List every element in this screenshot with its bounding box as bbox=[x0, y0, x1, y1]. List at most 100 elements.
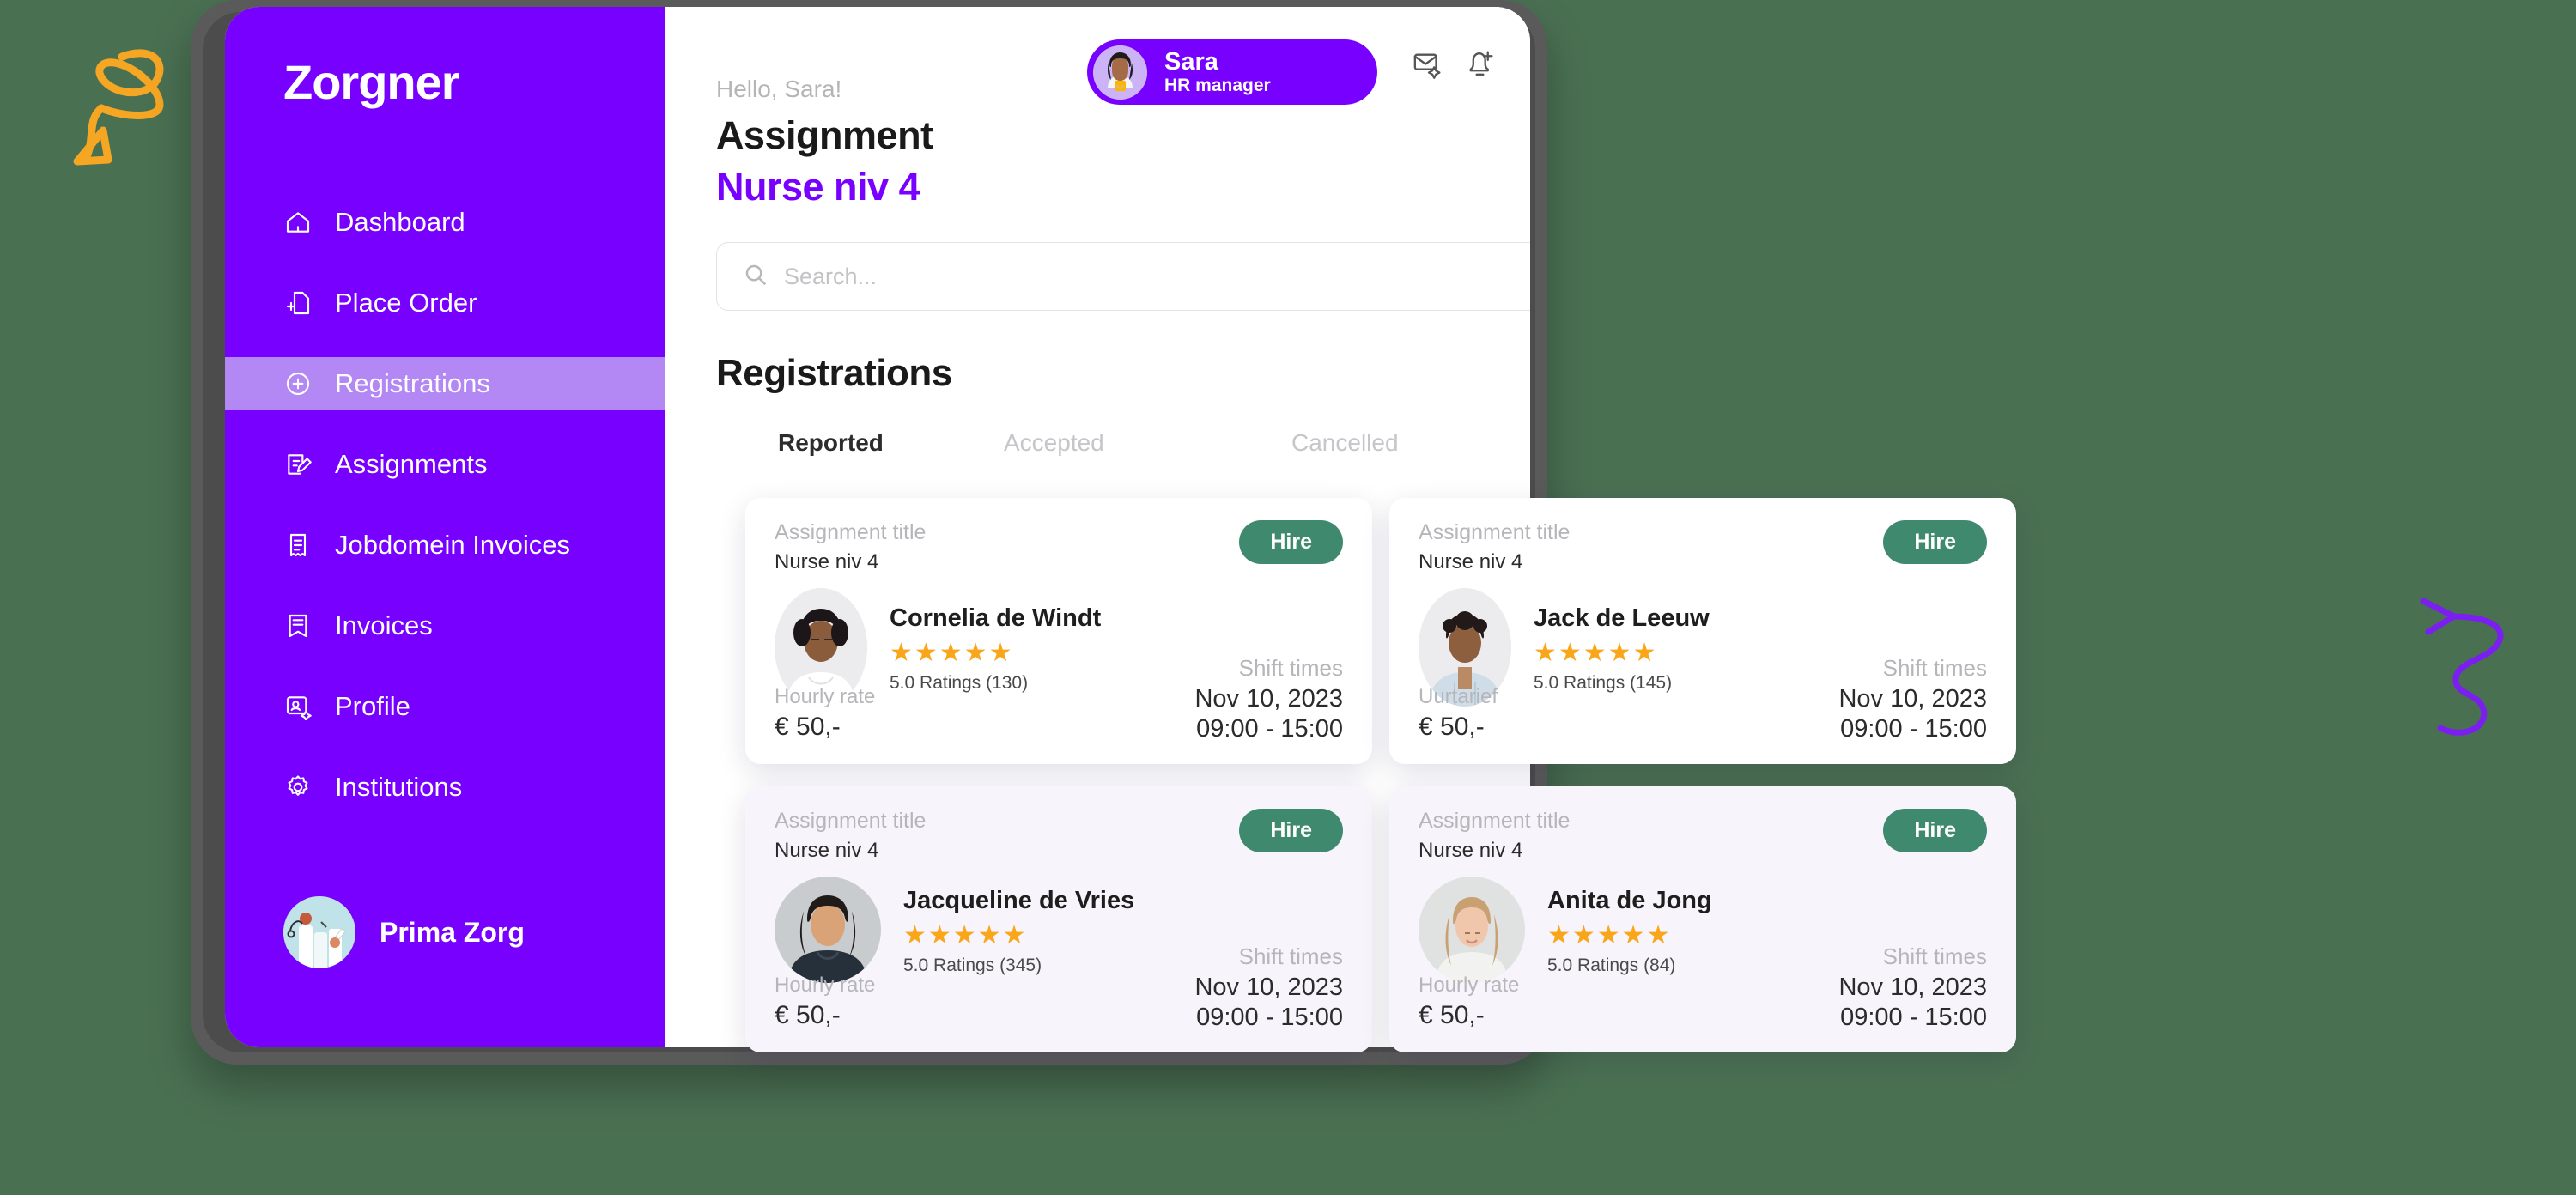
sidebar-item-dashboard[interactable]: Dashboard bbox=[225, 196, 665, 249]
tab-cancelled[interactable]: Cancelled bbox=[1291, 429, 1530, 457]
plus-circle-icon bbox=[283, 369, 313, 398]
card-top-row: Assignment title Nurse niv 4 Hire bbox=[1419, 809, 1987, 863]
user-profile-chip[interactable]: Sara HR manager bbox=[1087, 39, 1377, 105]
sidebar-item-label: Institutions bbox=[335, 772, 463, 802]
receipt-icon bbox=[283, 531, 313, 560]
person-photo bbox=[775, 877, 881, 983]
shift-date: Nov 10, 2023 bbox=[1194, 685, 1343, 713]
search-input[interactable] bbox=[784, 263, 1530, 290]
person-name: Jack de Leeuw bbox=[1534, 604, 1710, 632]
hourly-rate-block: Hourly rate € 50,- bbox=[1419, 974, 1519, 1030]
sidebar-item-label: Dashboard bbox=[335, 207, 465, 237]
gear-icon bbox=[283, 773, 313, 802]
sidebar: Zorgner Dashboard Place Order Registrati… bbox=[225, 7, 665, 1047]
hourly-rate-label: Uurtarief bbox=[1419, 685, 1498, 708]
sidebar-item-label: Place Order bbox=[335, 288, 477, 318]
page-title: Assignment bbox=[716, 113, 933, 157]
sidebar-item-registrations[interactable]: Registrations bbox=[225, 357, 665, 410]
sidebar-item-invoices[interactable]: Invoices bbox=[225, 599, 665, 652]
hourly-rate-block: Hourly rate € 50,- bbox=[775, 974, 875, 1030]
hourly-rate-value: € 50,- bbox=[1419, 713, 1485, 741]
invoice-icon bbox=[283, 611, 313, 640]
organization-block[interactable]: Prima Zorg bbox=[283, 896, 525, 968]
shift-times-block: Shift times Nov 10, 2023 09:00 - 15:00 bbox=[1194, 943, 1343, 1032]
hire-button[interactable]: Hire bbox=[1239, 809, 1343, 852]
ratings-count: 5.0 Ratings (84) bbox=[1547, 955, 1676, 975]
table-row[interactable]: Assignment title Nurse niv 4 Hire bbox=[745, 498, 1372, 764]
shift-time: 09:00 - 15:00 bbox=[1840, 1004, 1987, 1031]
profile-icon bbox=[283, 692, 313, 721]
mail-sparkle-icon[interactable] bbox=[1412, 48, 1443, 80]
person-name: Anita de Jong bbox=[1547, 887, 1712, 914]
table-row[interactable]: Assignment title Nurse niv 4 Hire bbox=[1389, 786, 2016, 1052]
shift-date: Nov 10, 2023 bbox=[1838, 685, 1987, 713]
page-subtitle: Nurse niv 4 bbox=[716, 165, 920, 209]
star-rating-icon: ★★★★★ bbox=[903, 921, 1028, 949]
user-text: Sara HR manager bbox=[1164, 48, 1271, 96]
home-icon bbox=[283, 208, 313, 237]
star-rating-icon: ★★★★★ bbox=[1534, 639, 1658, 667]
sidebar-item-label: Invoices bbox=[335, 610, 433, 640]
table-row[interactable]: Assignment title Nurse niv 4 Hire bbox=[745, 786, 1372, 1052]
header-icon-group bbox=[1412, 48, 1496, 80]
tab-bar: Reported Accepted Cancelled Turned down bbox=[716, 429, 1530, 457]
sidebar-item-label: Profile bbox=[335, 691, 410, 721]
shift-times-label: Shift times bbox=[1238, 943, 1343, 969]
sidebar-item-label: Assignments bbox=[335, 449, 488, 479]
hourly-rate-label: Hourly rate bbox=[1419, 974, 1520, 997]
hire-button[interactable]: Hire bbox=[1883, 520, 1987, 564]
tab-reported[interactable]: Reported bbox=[716, 429, 1004, 457]
assignment-title-label: Assignment title bbox=[1419, 809, 1571, 833]
bell-plus-icon[interactable] bbox=[1464, 48, 1496, 80]
edit-note-icon bbox=[283, 450, 313, 479]
shift-times-block: Shift times Nov 10, 2023 09:00 - 15:00 bbox=[1194, 655, 1343, 743]
shift-date: Nov 10, 2023 bbox=[1838, 974, 1987, 1001]
organization-avatar bbox=[283, 896, 355, 968]
table-row[interactable]: Assignment title Nurse niv 4 Hire bbox=[1389, 498, 2016, 764]
hourly-rate-label: Hourly rate bbox=[775, 685, 876, 708]
ratings-count: 5.0 Ratings (145) bbox=[1534, 673, 1673, 693]
card-top-row: Assignment title Nurse niv 4 Hire bbox=[1419, 520, 1987, 574]
file-plus-icon bbox=[283, 288, 313, 318]
registration-card-grid: Assignment title Nurse niv 4 Hire Cornel… bbox=[745, 498, 2016, 1052]
sidebar-item-institutions[interactable]: Institutions bbox=[225, 761, 665, 814]
sidebar-nav: Dashboard Place Order Registrations Assi… bbox=[225, 196, 665, 814]
assignment-title-value: Nurse niv 4 bbox=[775, 550, 879, 573]
sidebar-item-label: Registrations bbox=[335, 368, 490, 398]
shift-times-block: Shift times Nov 10, 2023 09:00 - 15:00 bbox=[1838, 943, 1987, 1032]
shift-time: 09:00 - 15:00 bbox=[1196, 715, 1343, 743]
ratings-count: 5.0 Ratings (345) bbox=[903, 955, 1042, 975]
sidebar-item-place-order[interactable]: Place Order bbox=[225, 276, 665, 330]
tab-accepted[interactable]: Accepted bbox=[1004, 429, 1291, 457]
assignment-title-label: Assignment title bbox=[775, 520, 927, 544]
assignment-title-label: Assignment title bbox=[1419, 520, 1571, 544]
search-bar[interactable] bbox=[716, 242, 1530, 311]
hire-button[interactable]: Hire bbox=[1883, 809, 1987, 852]
organization-name: Prima Zorg bbox=[380, 916, 525, 948]
brand-logo: Zorgner bbox=[283, 55, 460, 109]
assignment-title-value: Nurse niv 4 bbox=[1419, 550, 1523, 573]
user-role: HR manager bbox=[1164, 76, 1271, 96]
sidebar-item-profile[interactable]: Profile bbox=[225, 680, 665, 733]
person-info: Jacqueline de Vries ★★★★★ 5.0 Ratings (3… bbox=[903, 883, 1134, 976]
hourly-rate-value: € 50,- bbox=[775, 1001, 841, 1029]
user-name: Sara bbox=[1164, 48, 1218, 76]
section-title: Registrations bbox=[716, 352, 952, 394]
hire-button[interactable]: Hire bbox=[1239, 520, 1343, 564]
person-name: Jacqueline de Vries bbox=[903, 887, 1135, 914]
shift-time: 09:00 - 15:00 bbox=[1840, 715, 1987, 743]
shift-times-label: Shift times bbox=[1882, 943, 1987, 969]
shift-times-label: Shift times bbox=[1882, 655, 1987, 681]
person-info: Cornelia de Windt ★★★★★ 5.0 Ratings (130… bbox=[890, 601, 1101, 694]
shift-date: Nov 10, 2023 bbox=[1194, 974, 1343, 1001]
person-name: Cornelia de Windt bbox=[890, 604, 1102, 632]
sidebar-item-label: Jobdomein Invoices bbox=[335, 530, 570, 560]
hourly-rate-value: € 50,- bbox=[775, 713, 841, 741]
shift-time: 09:00 - 15:00 bbox=[1196, 1004, 1343, 1031]
ratings-count: 5.0 Ratings (130) bbox=[890, 673, 1029, 693]
sidebar-item-jobdomein-invoices[interactable]: Jobdomein Invoices bbox=[225, 519, 665, 572]
assignment-title-label: Assignment title bbox=[775, 809, 927, 833]
person-photo bbox=[1419, 877, 1525, 983]
person-info: Jack de Leeuw ★★★★★ 5.0 Ratings (145) bbox=[1534, 601, 1710, 694]
sidebar-item-assignments[interactable]: Assignments bbox=[225, 438, 665, 491]
